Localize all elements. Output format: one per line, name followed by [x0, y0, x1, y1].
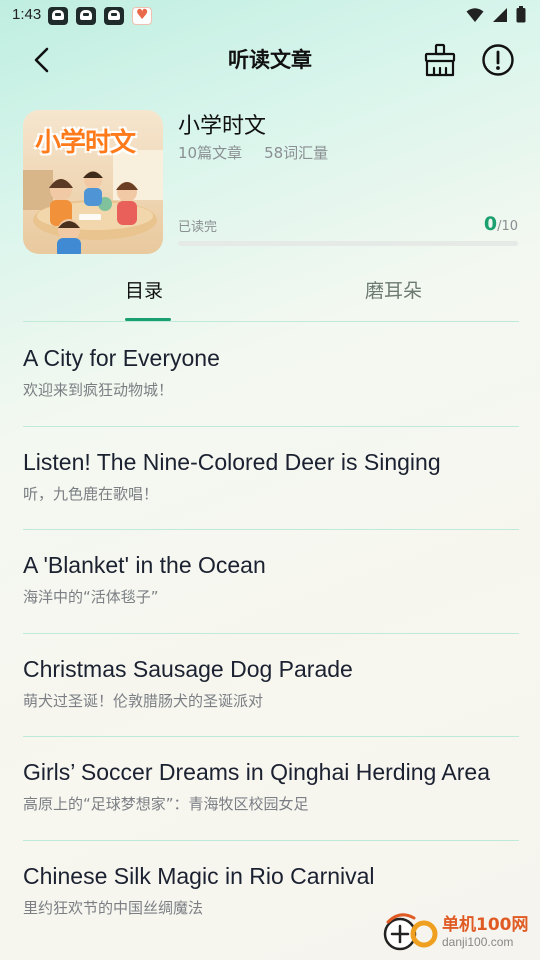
progress-label: 已读完 [178, 220, 218, 235]
exclamation-circle-icon [482, 44, 514, 76]
watermark-name: 单机100网 [442, 915, 529, 935]
notification-app-icon [104, 7, 124, 25]
progress-total: /10 [497, 219, 518, 234]
progress-read: 0 [483, 213, 498, 235]
watermark-domain: danji100.com [442, 935, 514, 949]
tab-listening[interactable]: 磨耳朵 [365, 276, 422, 303]
article-item[interactable]: Listen! The Nine-Colored Deer is Singing… [23, 427, 519, 531]
article-subtitle: 里约狂欢节的中国丝绸魔法 [23, 898, 204, 917]
article-title: Chinese Silk Magic in Rio Carnival [23, 862, 375, 889]
status-time: 1:43 [12, 6, 42, 23]
notification-app-icon [48, 7, 68, 25]
article-title: A 'Blanket' in the Ocean [23, 552, 266, 579]
article-count: 10篇文章 [178, 144, 243, 162]
article-item[interactable]: Girls’ Soccer Dreams in Qinghai Herding … [23, 737, 519, 841]
article-list: A City for Everyone 欢迎来到疯狂动物城！ Listen! T… [23, 323, 519, 945]
broom-icon [424, 43, 456, 77]
article-subtitle: 欢迎来到疯狂动物城！ [23, 381, 174, 399]
article-subtitle: 高原上的“足球梦想家”：青海牧区校园女足 [23, 795, 309, 814]
vocab-count: 58词汇量 [264, 144, 329, 162]
info-button[interactable] [480, 42, 516, 78]
progress-count: 0/10 [484, 213, 518, 235]
tab-bar: 目录 磨耳朵 [23, 270, 519, 322]
watermark: 单机100网 danji100.com [380, 910, 532, 954]
book-cover-image: 小学时文 [23, 110, 163, 254]
notification-app-icon [76, 7, 96, 25]
notification-heart-icon [132, 7, 152, 25]
cover-title: 小学时文 [35, 128, 136, 158]
article-item[interactable]: A City for Everyone 欢迎来到疯狂动物城！ [23, 323, 519, 427]
book-title: 小学时文 [178, 114, 267, 139]
wifi-icon [466, 7, 484, 22]
article-subtitle: 听，九色鹿在歌唱！ [23, 484, 159, 503]
article-item[interactable]: Christmas Sausage Dog Parade 萌犬过圣诞！伦敦腊肠犬… [23, 634, 519, 738]
article-title: A City for Everyone [23, 345, 220, 371]
book-meta: 10篇文章 58词汇量 [178, 142, 328, 163]
status-bar: 1:43 [0, 0, 540, 32]
header: 听读文章 [0, 32, 540, 88]
battery-icon [516, 6, 526, 23]
clean-cache-button[interactable] [422, 42, 458, 78]
page-title: 听读文章 [228, 48, 312, 72]
article-item[interactable]: A 'Blanket' in the Ocean 海洋中的“活体毯子” [23, 530, 519, 634]
watermark-logo-icon [383, 913, 438, 951]
article-title: Listen! The Nine-Colored Deer is Singing [23, 448, 441, 475]
cell-signal-icon [493, 7, 507, 22]
tab-catalog[interactable]: 目录 [125, 276, 163, 303]
active-tab-indicator [125, 318, 171, 321]
article-title: Christmas Sausage Dog Parade [23, 655, 353, 682]
article-subtitle: 海洋中的“活体毯子” [23, 588, 159, 607]
article-title: Girls’ Soccer Dreams in Qinghai Herding … [23, 759, 490, 786]
progress-bar [178, 241, 518, 246]
article-subtitle: 萌犬过圣诞！伦敦腊肠犬的圣诞派对 [23, 691, 264, 710]
